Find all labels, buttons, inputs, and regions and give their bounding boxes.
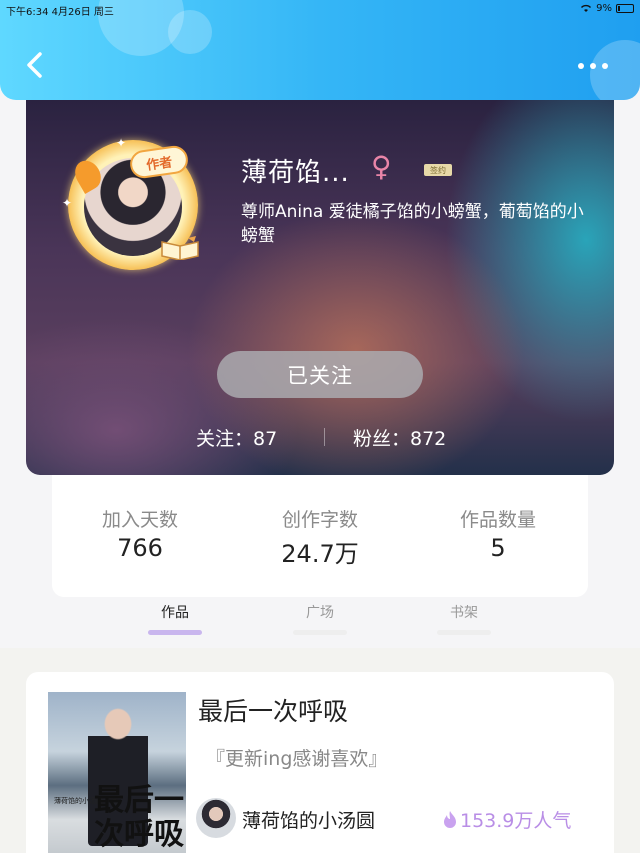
stat-label: 创作字数 [281,509,358,531]
stat-value: 5 [490,534,506,562]
top-header: 下午6:34 4月26日 周三 9% [0,0,640,100]
battery-percent: 9% [596,3,612,14]
back-button[interactable] [18,48,52,82]
flame-icon [444,810,456,828]
status-right: 9% [580,3,634,14]
tab-label: 书架 [450,605,478,621]
work-description: 『更新ing感谢喜欢』 [206,748,388,770]
profile-tabs: 作品 广场 书架 [0,597,640,647]
author-bio: 尊师Anina 爱徒橘子馅的小螃蟹，葡萄馅的小螃蟹 [241,202,584,246]
follow-stats: 关注：87 粉丝：872 [26,424,614,450]
work-author-name[interactable]: 薄荷馅的小汤圆 [242,806,375,833]
tab-indicator [293,630,347,635]
status-bar: 下午6:34 4月26日 周三 9% [0,0,640,18]
tab-works[interactable]: 作品 [135,602,215,635]
stat-work-count: 作品数量 5 [418,505,578,562]
book-icon [161,236,199,260]
more-dot [602,63,608,69]
follow-button[interactable]: 已关注 [217,351,423,398]
status-time-date: 下午6:34 4月26日 周三 [6,7,114,18]
popularity-count: 153.9万人气 [442,806,571,833]
fans-count[interactable]: 粉丝：872 [353,424,446,451]
avatar[interactable] [196,798,236,838]
author-name: 薄荷馅... [241,158,350,188]
stat-label: 作品数量 [459,509,536,531]
author-avatar-frame[interactable]: 作者 ✦ ✦ [62,136,199,270]
stat-word-count: 创作字数 24.7万 [240,505,400,569]
chevron-left-icon [27,52,42,78]
stat-value: 766 [117,534,163,562]
popularity-text: 153.9万人气 [460,810,572,832]
tab-label: 作品 [161,605,189,621]
tab-bookshelf[interactable]: 书架 [424,602,504,635]
divider [324,428,325,446]
stat-label: 加入天数 [101,509,178,531]
more-dot [590,63,596,69]
more-button[interactable] [578,58,614,74]
tab-indicator [437,630,491,635]
work-card[interactable]: 薄荷馅的小汤圆 ◎著 最后一次呼吸 最后一次呼吸 『更新ing感谢喜欢』 薄荷馅… [26,672,614,853]
book-cover[interactable]: 薄荷馅的小汤圆 ◎著 最后一次呼吸 [48,692,186,853]
tab-indicator [148,630,202,635]
work-title[interactable]: 最后一次呼吸 [198,692,348,728]
more-dots-icon [578,63,584,69]
sparkle-icon: ✦ [62,196,73,210]
cover-title: 最后一次呼吸 [94,783,184,852]
wifi-icon [581,4,592,12]
signed-tag: 签约 [424,164,452,176]
stat-value: 24.7万 [281,540,359,568]
female-icon: ♀ [371,150,392,183]
tab-square[interactable]: 广场 [280,602,360,635]
work-author-row: 薄荷馅的小汤圆 153.9万人气 [196,798,596,838]
profile-card: 作者 ✦ ✦ 薄荷馅... ♀ 签约 尊师Anina 爱徒橘子馅的小螃蟹，葡萄馅… [26,100,614,475]
stat-join-days: 加入天数 766 [60,505,220,562]
tab-label: 广场 [306,605,334,621]
sparkle-icon: ✦ [116,136,127,150]
following-count[interactable]: 关注：87 [196,424,277,451]
author-stats-card: 加入天数 766 创作字数 24.7万 作品数量 5 [52,475,588,597]
battery-icon [616,4,634,13]
